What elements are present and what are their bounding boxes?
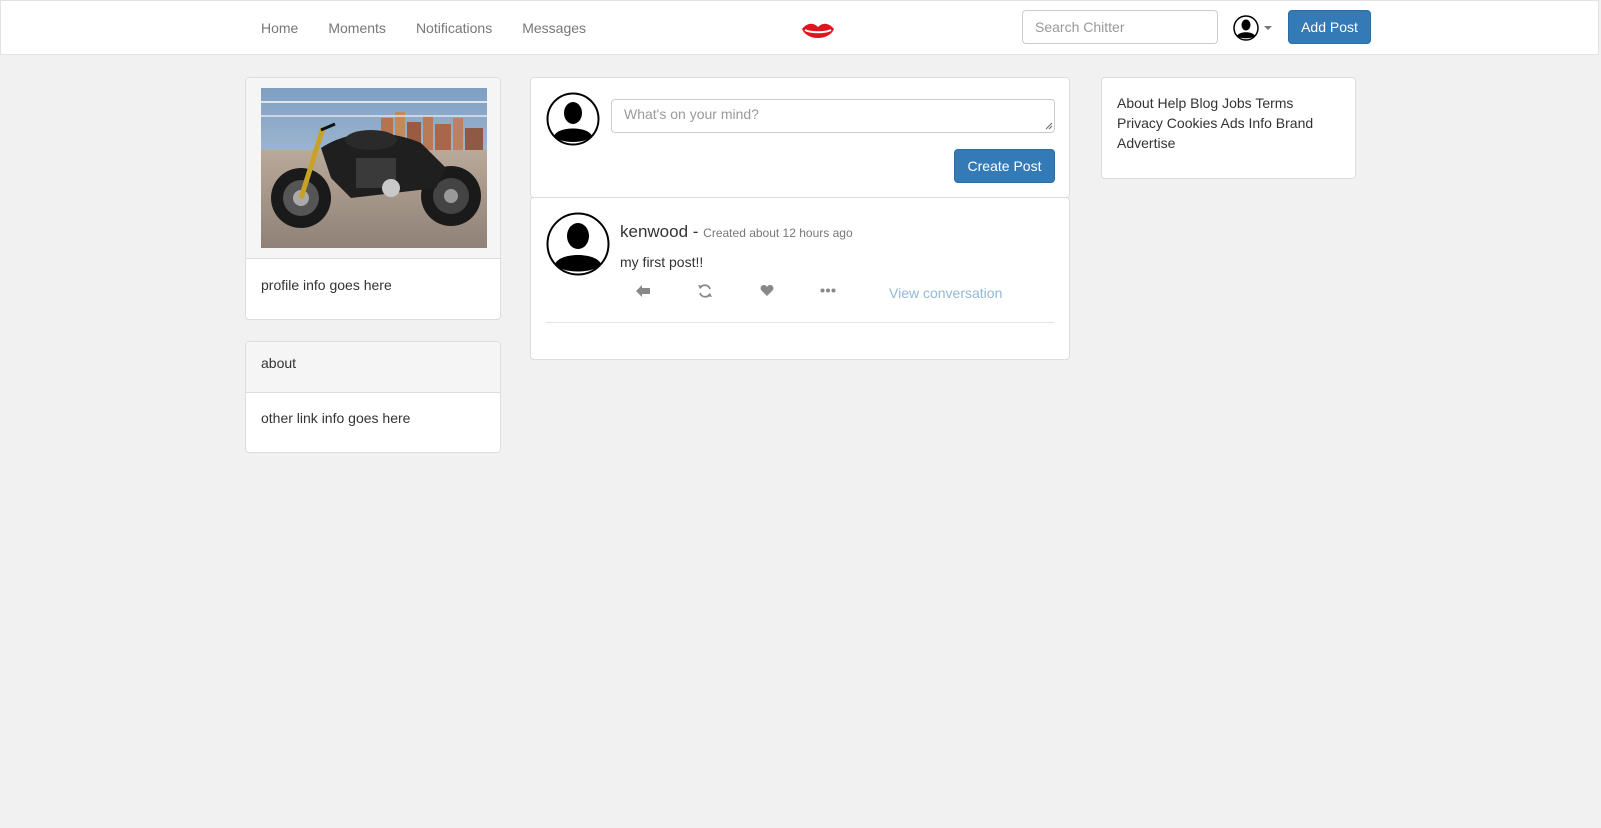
create-post-button[interactable]: Create Post <box>954 149 1055 183</box>
footer-links: About Help Blog Jobs Terms Privacy Cooki… <box>1117 93 1341 153</box>
about-body: other link info goes here <box>261 410 411 426</box>
divider <box>246 258 500 259</box>
top-navbar: Home Moments Notifications Messages Add … <box>0 0 1599 55</box>
resize-handle-icon[interactable] <box>1045 122 1053 130</box>
compose-card: Create Post <box>530 77 1070 198</box>
about-header: about <box>246 342 500 393</box>
footer-link-privacy[interactable]: Privacy <box>1117 115 1163 131</box>
footer-link-blog[interactable]: Blog <box>1190 95 1218 111</box>
chevron-down-icon <box>1264 26 1272 30</box>
profile-card: profile info goes here <box>245 77 501 320</box>
user-menu-dropdown[interactable] <box>1233 15 1272 41</box>
footer-link-jobs[interactable]: Jobs <box>1222 95 1252 111</box>
footer-link-brand[interactable]: Brand <box>1276 115 1313 131</box>
post-author-name[interactable]: kenwood <box>620 222 688 241</box>
author-avatar-icon[interactable] <box>546 212 610 276</box>
heart-icon[interactable] <box>760 284 774 297</box>
user-avatar-icon <box>1233 15 1259 41</box>
footer-link-terms[interactable]: Terms <box>1255 95 1293 111</box>
divider <box>546 322 1054 323</box>
footer-link-help[interactable]: Help <box>1157 95 1186 111</box>
about-title: about <box>261 355 297 371</box>
footer-link-about[interactable]: About <box>1117 95 1154 111</box>
add-post-button[interactable]: Add Post <box>1288 10 1371 44</box>
nav-home[interactable]: Home <box>246 18 313 38</box>
more-icon[interactable] <box>820 288 836 293</box>
post-header: kenwood - Created about 12 hours ago <box>620 222 853 242</box>
post-separator: - <box>688 222 704 241</box>
footer-link-advertise[interactable]: Advertise <box>1117 135 1175 151</box>
retweet-icon[interactable] <box>697 283 713 299</box>
nav-notifications[interactable]: Notifications <box>401 18 507 38</box>
nav-links: Home Moments Notifications Messages <box>246 1 601 54</box>
footer-links-card: About Help Blog Jobs Terms Privacy Cooki… <box>1101 77 1356 179</box>
reply-icon[interactable] <box>635 284 651 298</box>
profile-photo <box>261 88 487 248</box>
post-card: kenwood - Created about 12 hours ago my … <box>530 197 1070 360</box>
view-conversation-link[interactable]: View conversation <box>889 285 1002 301</box>
search-input[interactable] <box>1022 10 1218 44</box>
post-timestamp: Created about 12 hours ago <box>703 226 853 240</box>
footer-link-cookies[interactable]: Cookies <box>1167 115 1218 131</box>
footer-link-ads-info[interactable]: Ads Info <box>1221 115 1272 131</box>
user-avatar-icon <box>546 92 600 146</box>
lips-icon[interactable] <box>801 21 835 45</box>
post-text: my first post!! <box>620 254 704 270</box>
nav-moments[interactable]: Moments <box>313 18 401 38</box>
about-card: about other link info goes here <box>245 341 501 453</box>
compose-textarea[interactable] <box>611 99 1055 133</box>
nav-messages[interactable]: Messages <box>507 18 601 38</box>
profile-info: profile info goes here <box>261 277 392 293</box>
